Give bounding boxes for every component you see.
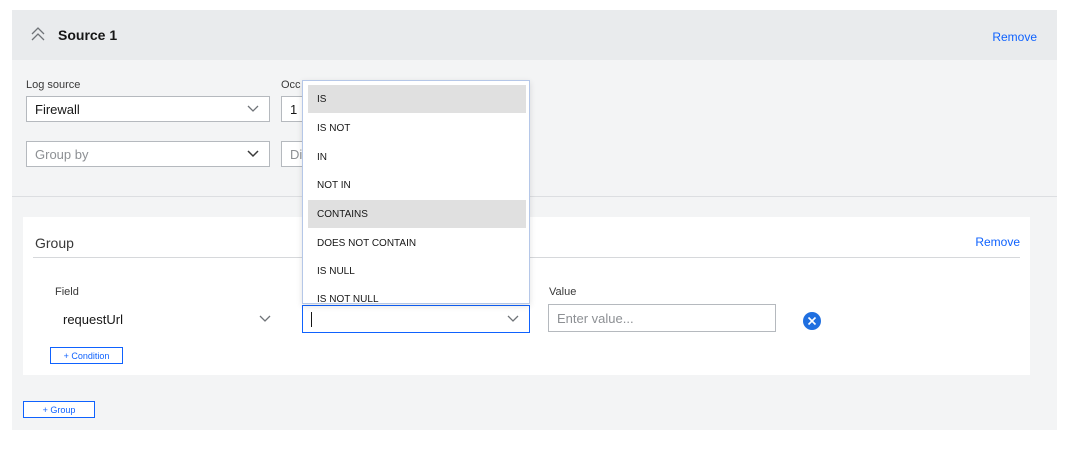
dropdown-option-contains[interactable]: CONTAINS xyxy=(308,200,526,228)
chevron-down-icon xyxy=(507,315,519,322)
query-builder-page: Source 1 Remove Log source Firewall Occ … xyxy=(0,0,1070,450)
field-label: Field xyxy=(55,286,79,298)
operator-select[interactable] xyxy=(302,305,530,333)
chevron-down-icon xyxy=(247,105,259,112)
field-value: requestUrl xyxy=(63,311,123,327)
log-source-select[interactable]: Firewall xyxy=(26,96,270,122)
dropdown-option-not-in[interactable]: NOT IN xyxy=(308,171,526,199)
source-header: Source 1 Remove xyxy=(12,10,1057,60)
log-source-value: Firewall xyxy=(35,101,80,117)
dropdown-option-in[interactable]: IN xyxy=(308,143,526,171)
chevron-down-icon xyxy=(259,315,271,322)
source-title: Source 1 xyxy=(58,27,118,43)
remove-source-link[interactable]: Remove xyxy=(992,30,1037,44)
remove-group-link[interactable]: Remove xyxy=(975,235,1020,249)
section-divider xyxy=(12,196,1057,197)
dropdown-option-is-null[interactable]: IS NULL xyxy=(308,257,526,285)
add-condition-button[interactable]: + Condition xyxy=(50,347,123,364)
group-title: Group xyxy=(35,235,74,251)
dropdown-option-does-not-contain[interactable]: DOES NOT CONTAIN xyxy=(308,229,526,257)
chevron-double-up-icon[interactable] xyxy=(30,26,46,42)
add-group-button[interactable]: + Group xyxy=(23,401,95,418)
group-by-placeholder: Group by xyxy=(35,146,89,162)
dropdown-option-is-not-null[interactable]: IS NOT NULL xyxy=(308,285,526,304)
text-caret xyxy=(311,312,312,327)
dropdown-option-is[interactable]: IS xyxy=(308,85,526,113)
dropdown-option-is-not[interactable]: IS NOT xyxy=(308,114,526,142)
value-input[interactable]: Enter value... xyxy=(548,304,776,332)
chevron-down-icon xyxy=(247,150,259,158)
secondary-placeholder: Di xyxy=(290,146,303,162)
group-by-select[interactable]: Group by xyxy=(26,141,270,167)
value-placeholder: Enter value... xyxy=(557,310,634,326)
occurrences-label: Occ xyxy=(281,79,301,91)
close-circle-icon[interactable] xyxy=(803,312,821,330)
field-select[interactable]: requestUrl xyxy=(54,305,282,333)
occurrences-value: 1 xyxy=(290,101,298,117)
value-label: Value xyxy=(549,286,577,298)
operator-dropdown-menu: IS IS NOT IN NOT IN CONTAINS DOES NOT CO… xyxy=(302,80,530,304)
log-source-label: Log source xyxy=(26,79,81,91)
